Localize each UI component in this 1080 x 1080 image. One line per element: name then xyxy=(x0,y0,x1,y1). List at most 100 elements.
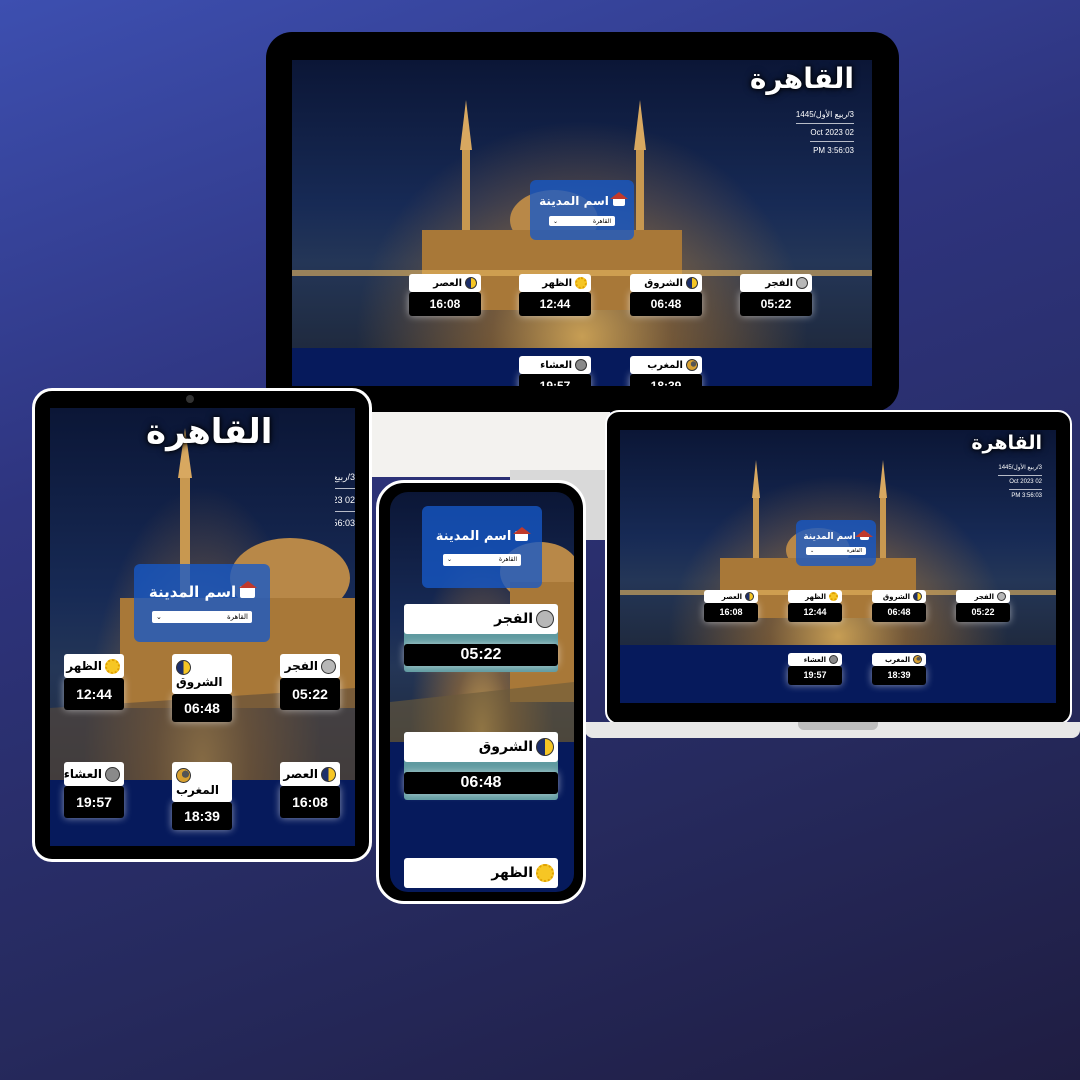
sun-icon xyxy=(575,277,587,289)
select-label: اسم المدينة xyxy=(148,583,237,601)
prayer-time: 05:22 xyxy=(956,603,1010,622)
half-sun-icon xyxy=(536,738,554,756)
prayer-name: العصر xyxy=(433,277,462,289)
prayer-time: 12:44 xyxy=(788,603,842,622)
prayer-time: 06:48 xyxy=(404,772,558,794)
prayer-card-sunrise: الشروق 06:48 xyxy=(404,732,558,800)
city-title: القاهرة xyxy=(749,62,854,95)
city-dropdown[interactable]: القاهرة ⌄ xyxy=(806,546,866,555)
moon-icon xyxy=(997,592,1006,601)
city-select-box: اسم المدينة القاهرة ⌄ xyxy=(134,564,270,642)
prayer-name: العصر xyxy=(283,767,318,781)
phone-screen: اسم المدينة القاهرة ⌄ الفجر 05:22 الشروق … xyxy=(390,492,574,892)
prayer-name: العشاء xyxy=(540,359,572,371)
city-dropdown[interactable]: القاهرة ⌄ xyxy=(443,553,521,566)
clock: PM 3:56:03 xyxy=(335,518,355,528)
prayer-card-isha: العشاء 19:57 xyxy=(788,653,842,685)
sunset-icon xyxy=(686,359,698,371)
prayer-name: الشروق xyxy=(882,592,910,601)
prayer-card-dhuhr: الظهر 12:44 xyxy=(64,654,124,710)
city-dropdown[interactable]: القاهرة ⌄ xyxy=(152,611,252,623)
prayer-name: المغرب xyxy=(884,655,910,664)
prayer-card-sunrise: الشروق 06:48 xyxy=(630,274,702,316)
half-sun-icon xyxy=(745,592,754,601)
prayer-name: الشروق xyxy=(644,277,683,289)
prayer-card-fajr: الفجر 05:22 xyxy=(740,274,812,316)
moon-icon xyxy=(536,610,554,628)
moon-icon xyxy=(321,658,336,674)
date-info: 3/ربيع الأول/1445 Oct 2023 02 PM 3:56:03 xyxy=(335,466,355,534)
gregorian-date: Oct 2023 02 xyxy=(335,489,355,512)
prayer-card-isha: العشاء 19:57 xyxy=(64,762,124,818)
dropdown-value: القاهرة xyxy=(227,613,248,621)
half-sun-icon xyxy=(686,277,698,289)
prayer-card-dhuhr: الظهر 12:44 xyxy=(519,274,591,316)
city-dropdown[interactable]: القاهرة ⌄ xyxy=(549,216,615,226)
prayer-name: المغرب xyxy=(647,359,683,371)
prayer-time: 18:39 xyxy=(172,802,232,830)
prayer-name: الظهر xyxy=(805,592,826,601)
home-icon xyxy=(515,531,529,541)
home-icon xyxy=(859,533,869,540)
gregorian-date: Oct 2023 02 xyxy=(1009,476,1042,490)
prayer-time: 05:22 xyxy=(404,644,558,666)
dropdown-value: القاهرة xyxy=(499,556,517,563)
prayer-time: 12:44 xyxy=(64,678,124,710)
tablet-screen: القاهرة 3/ربيع الأول/1445 Oct 2023 02 PM… xyxy=(50,408,355,846)
half-sun-icon xyxy=(465,277,477,289)
sun-icon xyxy=(829,592,838,601)
laptop-notch xyxy=(798,722,878,730)
prayer-card-maghrib: المغرب 18:39 xyxy=(172,762,232,830)
prayer-name: الظهر xyxy=(542,277,572,289)
prayer-card-fajr: الفجر 05:22 xyxy=(404,604,558,672)
city-select-box: اسم المدينة القاهرة ⌄ xyxy=(796,520,876,566)
prayer-time: 19:57 xyxy=(519,374,591,386)
prayer-name: الفجر xyxy=(494,611,533,627)
prayer-time: 16:08 xyxy=(704,603,758,622)
prayer-name: الظهر xyxy=(491,865,533,881)
night-icon xyxy=(105,766,120,782)
prayer-name: الشروق xyxy=(478,739,533,755)
prayer-time: 06:48 xyxy=(172,694,232,722)
prayer-name: العشاء xyxy=(803,655,826,664)
prayer-card-sunrise: الشروق 06:48 xyxy=(872,590,926,622)
half-sun-icon xyxy=(176,659,191,675)
home-icon xyxy=(240,586,256,598)
prayer-card-fajr: الفجر 05:22 xyxy=(280,654,340,710)
prayer-card-sunrise: الشروق 06:48 xyxy=(172,654,232,722)
chevron-down-icon: ⌄ xyxy=(810,547,815,554)
laptop-screen: القاهرة 3/ربيع الأول/1445 Oct 2023 02 PM… xyxy=(620,430,1056,703)
monitor-stand xyxy=(370,412,610,477)
prayer-card-maghrib: المغرب 18:39 xyxy=(872,653,926,685)
sun-icon xyxy=(536,864,554,882)
prayer-time: 06:48 xyxy=(630,292,702,316)
city-title: القاهرة xyxy=(146,412,273,452)
dropdown-value: القاهرة xyxy=(847,547,862,554)
home-icon xyxy=(612,196,625,206)
city-title: القاهرة xyxy=(971,432,1042,454)
date-info: 3/ربيع الأول/1445 Oct 2023 02 PM 3:56:03 xyxy=(998,462,1042,503)
prayer-time: 05:22 xyxy=(280,678,340,710)
prayer-name: الشروق xyxy=(176,674,223,689)
select-label: اسم المدينة xyxy=(539,194,609,208)
prayer-card-dhuhr: الظهر xyxy=(404,858,558,888)
sun-icon xyxy=(105,658,120,674)
prayer-time: 19:57 xyxy=(64,786,124,818)
desktop-screen: القاهرة 3/ربيع الأول/1445 Oct 2023 02 PM… xyxy=(292,60,872,386)
prayer-time: 18:39 xyxy=(630,374,702,386)
prayer-time: 06:48 xyxy=(872,603,926,622)
city-select-box: اسم المدينة القاهرة ⌄ xyxy=(530,180,634,240)
night-icon xyxy=(829,655,838,664)
clock: PM 3:56:03 xyxy=(813,146,854,155)
night-icon xyxy=(575,359,587,371)
gregorian-date: Oct 2023 02 xyxy=(810,124,854,142)
prayer-time: 19:57 xyxy=(788,666,842,685)
prayer-card-isha: العشاء 19:57 xyxy=(519,356,591,386)
prayer-card-maghrib: المغرب 18:39 xyxy=(630,356,702,386)
prayer-name: الفجر xyxy=(974,592,994,601)
prayer-time: 18:39 xyxy=(872,666,926,685)
dropdown-value: القاهرة xyxy=(593,217,611,225)
half-sun-icon xyxy=(913,592,922,601)
clock: PM 3:56:03 xyxy=(1011,493,1042,499)
prayer-time: 05:22 xyxy=(740,292,812,316)
